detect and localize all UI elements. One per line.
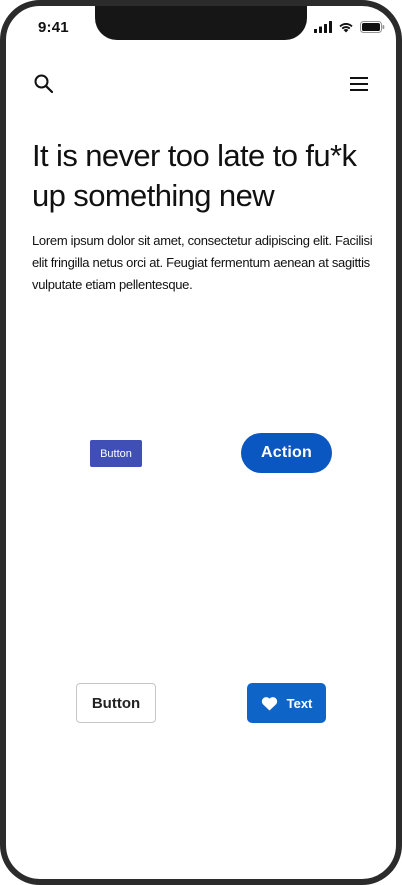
icon-text-button-label: Text xyxy=(286,695,313,711)
search-icon xyxy=(34,74,54,94)
action-button[interactable]: Action xyxy=(241,433,332,473)
status-time: 9:41 xyxy=(38,19,69,36)
outline-button[interactable]: Button xyxy=(76,683,156,723)
phone-frame: 9:41 It is never too late to fu*k up som… xyxy=(0,0,402,885)
icon-text-button[interactable]: Text xyxy=(247,683,326,723)
battery-icon xyxy=(360,21,385,33)
notch xyxy=(95,6,307,40)
status-icons xyxy=(314,21,385,33)
heart-icon xyxy=(261,696,277,710)
top-bar xyxy=(6,70,396,100)
signal-icon xyxy=(314,21,332,33)
hamburger-menu-icon xyxy=(350,77,368,91)
body-text: Lorem ipsum dolor sit amet, consectetur … xyxy=(32,233,373,292)
wifi-icon xyxy=(339,23,353,33)
headline: It is never too late to fu*k up somethin… xyxy=(32,138,357,213)
menu-button[interactable] xyxy=(348,74,370,94)
small-button[interactable]: Button xyxy=(90,440,142,467)
search-button[interactable] xyxy=(32,72,56,96)
